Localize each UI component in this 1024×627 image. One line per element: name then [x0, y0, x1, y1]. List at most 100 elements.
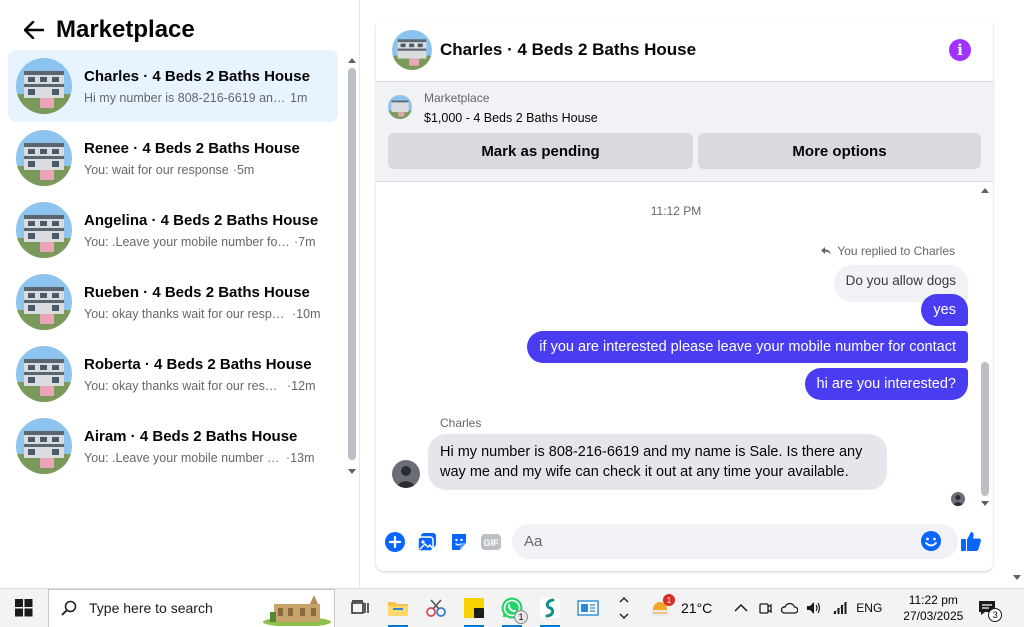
listing-thumbnail [16, 58, 72, 114]
photo-icon[interactable] [416, 531, 438, 553]
scroll-down-icon[interactable] [347, 468, 357, 476]
conversation-snippet: You: .Leave your mobile number for conta… [84, 450, 282, 465]
clock-time: 11:22 pm [908, 593, 958, 607]
listing-thumbnail [16, 202, 72, 258]
conversation-item-airam[interactable]: Airam · 4 Beds 2 Baths House You: .Leave… [8, 410, 338, 482]
sticker-icon[interactable] [448, 531, 470, 553]
page-scroll-down-icon[interactable] [1012, 574, 1022, 582]
listing-price-title[interactable]: $1,000 - 4 Beds 2 Baths House [424, 111, 598, 125]
conversation-time-value: 13m [290, 450, 315, 465]
conversation-list: Charles · 4 Beds 2 Baths House Hi my num… [8, 50, 338, 482]
wifi-icon[interactable] [832, 601, 848, 615]
meet-now-icon[interactable] [758, 600, 772, 616]
listing-source-label: Marketplace [424, 91, 490, 105]
listing-banner: Marketplace $1,000 - 4 Beds 2 Baths Hous… [376, 82, 993, 182]
conversation-name: Charles · 4 Beds 2 Baths House [84, 67, 310, 85]
conversation-time: ·13m [286, 450, 315, 465]
outgoing-message[interactable]: if you are interested please leave your … [527, 331, 968, 363]
message-thread: 11:12 PM You replied to Charles Do you a… [376, 182, 993, 514]
back-arrow-icon[interactable] [14, 10, 54, 50]
reply-indicator: You replied to Charles [820, 244, 955, 258]
scrollbar-thumb[interactable] [981, 362, 989, 496]
sticky-notes-icon[interactable] [455, 589, 493, 627]
listing-thumbnail[interactable] [392, 29, 432, 70]
snipping-tool-icon[interactable] [417, 589, 455, 627]
sourcetree-icon[interactable] [531, 589, 569, 627]
active-indicator [502, 624, 522, 627]
sidebar-scrollbar[interactable] [347, 56, 357, 476]
more-options-button[interactable]: More options [698, 133, 981, 169]
conversation-time: ·7m [294, 234, 316, 249]
onedrive-cloud-icon[interactable] [780, 602, 799, 614]
conversation-time: 1m [290, 90, 308, 105]
outgoing-message[interactable]: hi are you interested? [804, 368, 968, 400]
volume-icon[interactable] [806, 601, 822, 615]
conversation-snippet: You: .Leave your mobile number for conta… [84, 234, 290, 249]
conversation-snippet: You: okay thanks wait for our response [84, 378, 283, 393]
conversation-name: Rueben · 4 Beds 2 Baths House [84, 283, 310, 301]
active-indicator [388, 624, 408, 627]
emoji-icon[interactable] [920, 530, 942, 557]
chat-scrollbar[interactable] [979, 184, 991, 508]
input-language[interactable]: ENG [856, 601, 882, 615]
conversation-item-renee[interactable]: Renee · 4 Beds 2 Baths House You: wait f… [8, 122, 338, 194]
chevron-down-icon[interactable] [619, 612, 629, 620]
windows-taskbar: Type here to search 1 1 21°C ENG 11:22 p… [0, 588, 1024, 627]
scroll-down-icon[interactable] [979, 500, 991, 508]
mark-as-pending-button[interactable]: Mark as pending [388, 133, 693, 169]
scroll-up-icon[interactable] [347, 56, 357, 64]
file-explorer-icon[interactable] [379, 589, 417, 627]
outgoing-message[interactable]: yes [921, 294, 968, 326]
info-icon[interactable]: i [949, 38, 971, 61]
chat-title[interactable]: Charles · 4 Beds 2 Baths House [440, 40, 949, 60]
thumbs-up-icon[interactable] [960, 530, 982, 557]
notification-count-badge: 3 [988, 607, 1003, 622]
reply-icon [821, 247, 832, 255]
conversation-item-charles[interactable]: Charles · 4 Beds 2 Baths House Hi my num… [8, 50, 338, 122]
search-placeholder: Type here to search [89, 600, 213, 616]
whatsapp-badge: 1 [514, 609, 528, 624]
clock-date: 27/03/2025 [903, 609, 964, 623]
news-app-icon[interactable] [569, 589, 607, 627]
notification-center-icon[interactable]: 3 [970, 589, 1004, 627]
incoming-message[interactable]: Hi my number is 808-216-6619 and my name… [428, 434, 887, 490]
avatar[interactable] [392, 460, 420, 488]
message-timestamp: 11:12 PM [650, 204, 702, 218]
message-input[interactable] [512, 524, 958, 559]
system-tray: ENG [734, 600, 882, 616]
page-title: Marketplace [56, 16, 195, 43]
scroll-up-icon[interactable] [979, 186, 991, 194]
conversation-item-roberta[interactable]: Roberta · 4 Beds 2 Baths House You: okay… [8, 338, 338, 410]
scrollbar-thumb[interactable] [348, 68, 356, 460]
task-view-icon[interactable] [341, 589, 379, 627]
conversation-snippet: You: okay thanks wait for our response [84, 306, 288, 321]
whatsapp-icon[interactable]: 1 [493, 589, 531, 627]
conversation-item-angelina[interactable]: Angelina · 4 Beds 2 Baths House You: .Le… [8, 194, 338, 266]
chevron-up-icon[interactable] [619, 596, 629, 604]
conversation-time-value: 7m [298, 234, 316, 249]
listing-thumbnail[interactable] [388, 95, 412, 119]
taskbar-clock[interactable]: 11:22 pm 27/03/2025 [896, 592, 970, 624]
weather-widget[interactable]: 1 21°C [649, 594, 712, 619]
plus-icon[interactable] [384, 531, 406, 553]
listing-thumbnail [16, 130, 72, 186]
taskbar-search-box[interactable]: Type here to search [48, 588, 335, 627]
taskbar-overflow-scroller[interactable] [617, 589, 631, 627]
conversation-snippet: You: wait for our response [84, 162, 229, 177]
gif-icon[interactable]: GIF [480, 531, 502, 553]
chat-header: Charles · 4 Beds 2 Baths House i [376, 18, 993, 82]
conversation-item-rueben[interactable]: Rueben · 4 Beds 2 Baths House You: okay … [8, 266, 338, 338]
conversation-time: ·5m [232, 162, 255, 177]
seen-avatar [951, 492, 965, 506]
chat-panel: Charles · 4 Beds 2 Baths House i Marketp… [376, 18, 993, 571]
listing-thumbnail [16, 418, 72, 474]
conversation-name: Roberta · 4 Beds 2 Baths House [84, 355, 312, 373]
windows-start-icon[interactable] [0, 589, 48, 627]
sender-name: Charles [440, 416, 482, 430]
search-icon [61, 600, 77, 616]
conversation-time: ·10m [292, 306, 321, 321]
conversation-name: Renee · 4 Beds 2 Baths House [84, 139, 300, 157]
sidebar-header: Marketplace [0, 8, 360, 52]
conversation-name: Airam · 4 Beds 2 Baths House [84, 427, 298, 445]
show-hidden-icons-chevron-icon[interactable] [734, 603, 748, 613]
